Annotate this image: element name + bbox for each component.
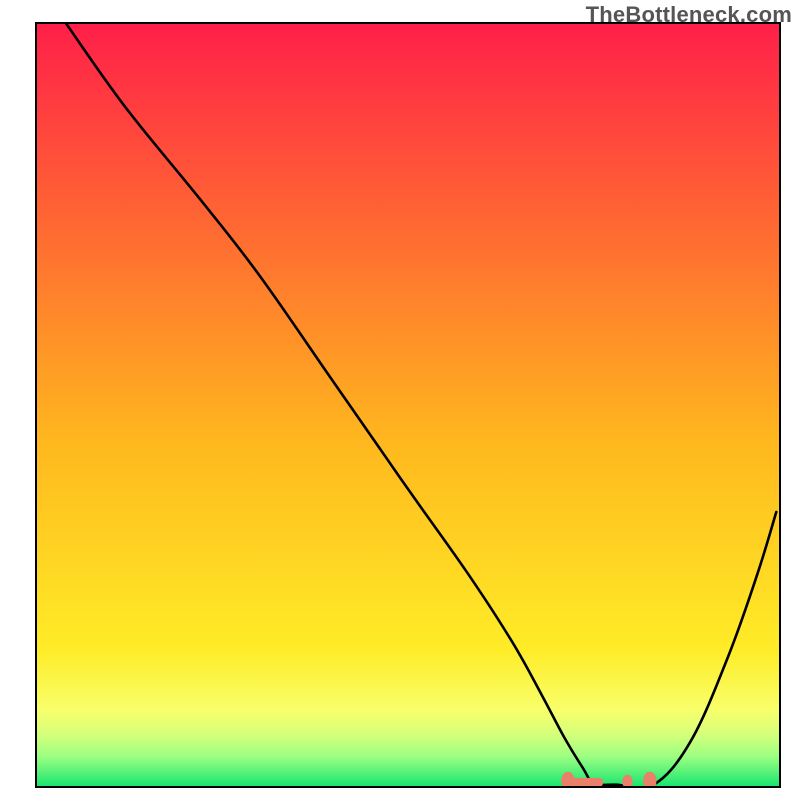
plot-background: [36, 23, 780, 787]
bottleneck-chart: [35, 22, 781, 788]
chart-container: [35, 22, 781, 788]
marker-point: [570, 778, 603, 787]
watermark-text: TheBottleneck.com: [586, 2, 792, 28]
